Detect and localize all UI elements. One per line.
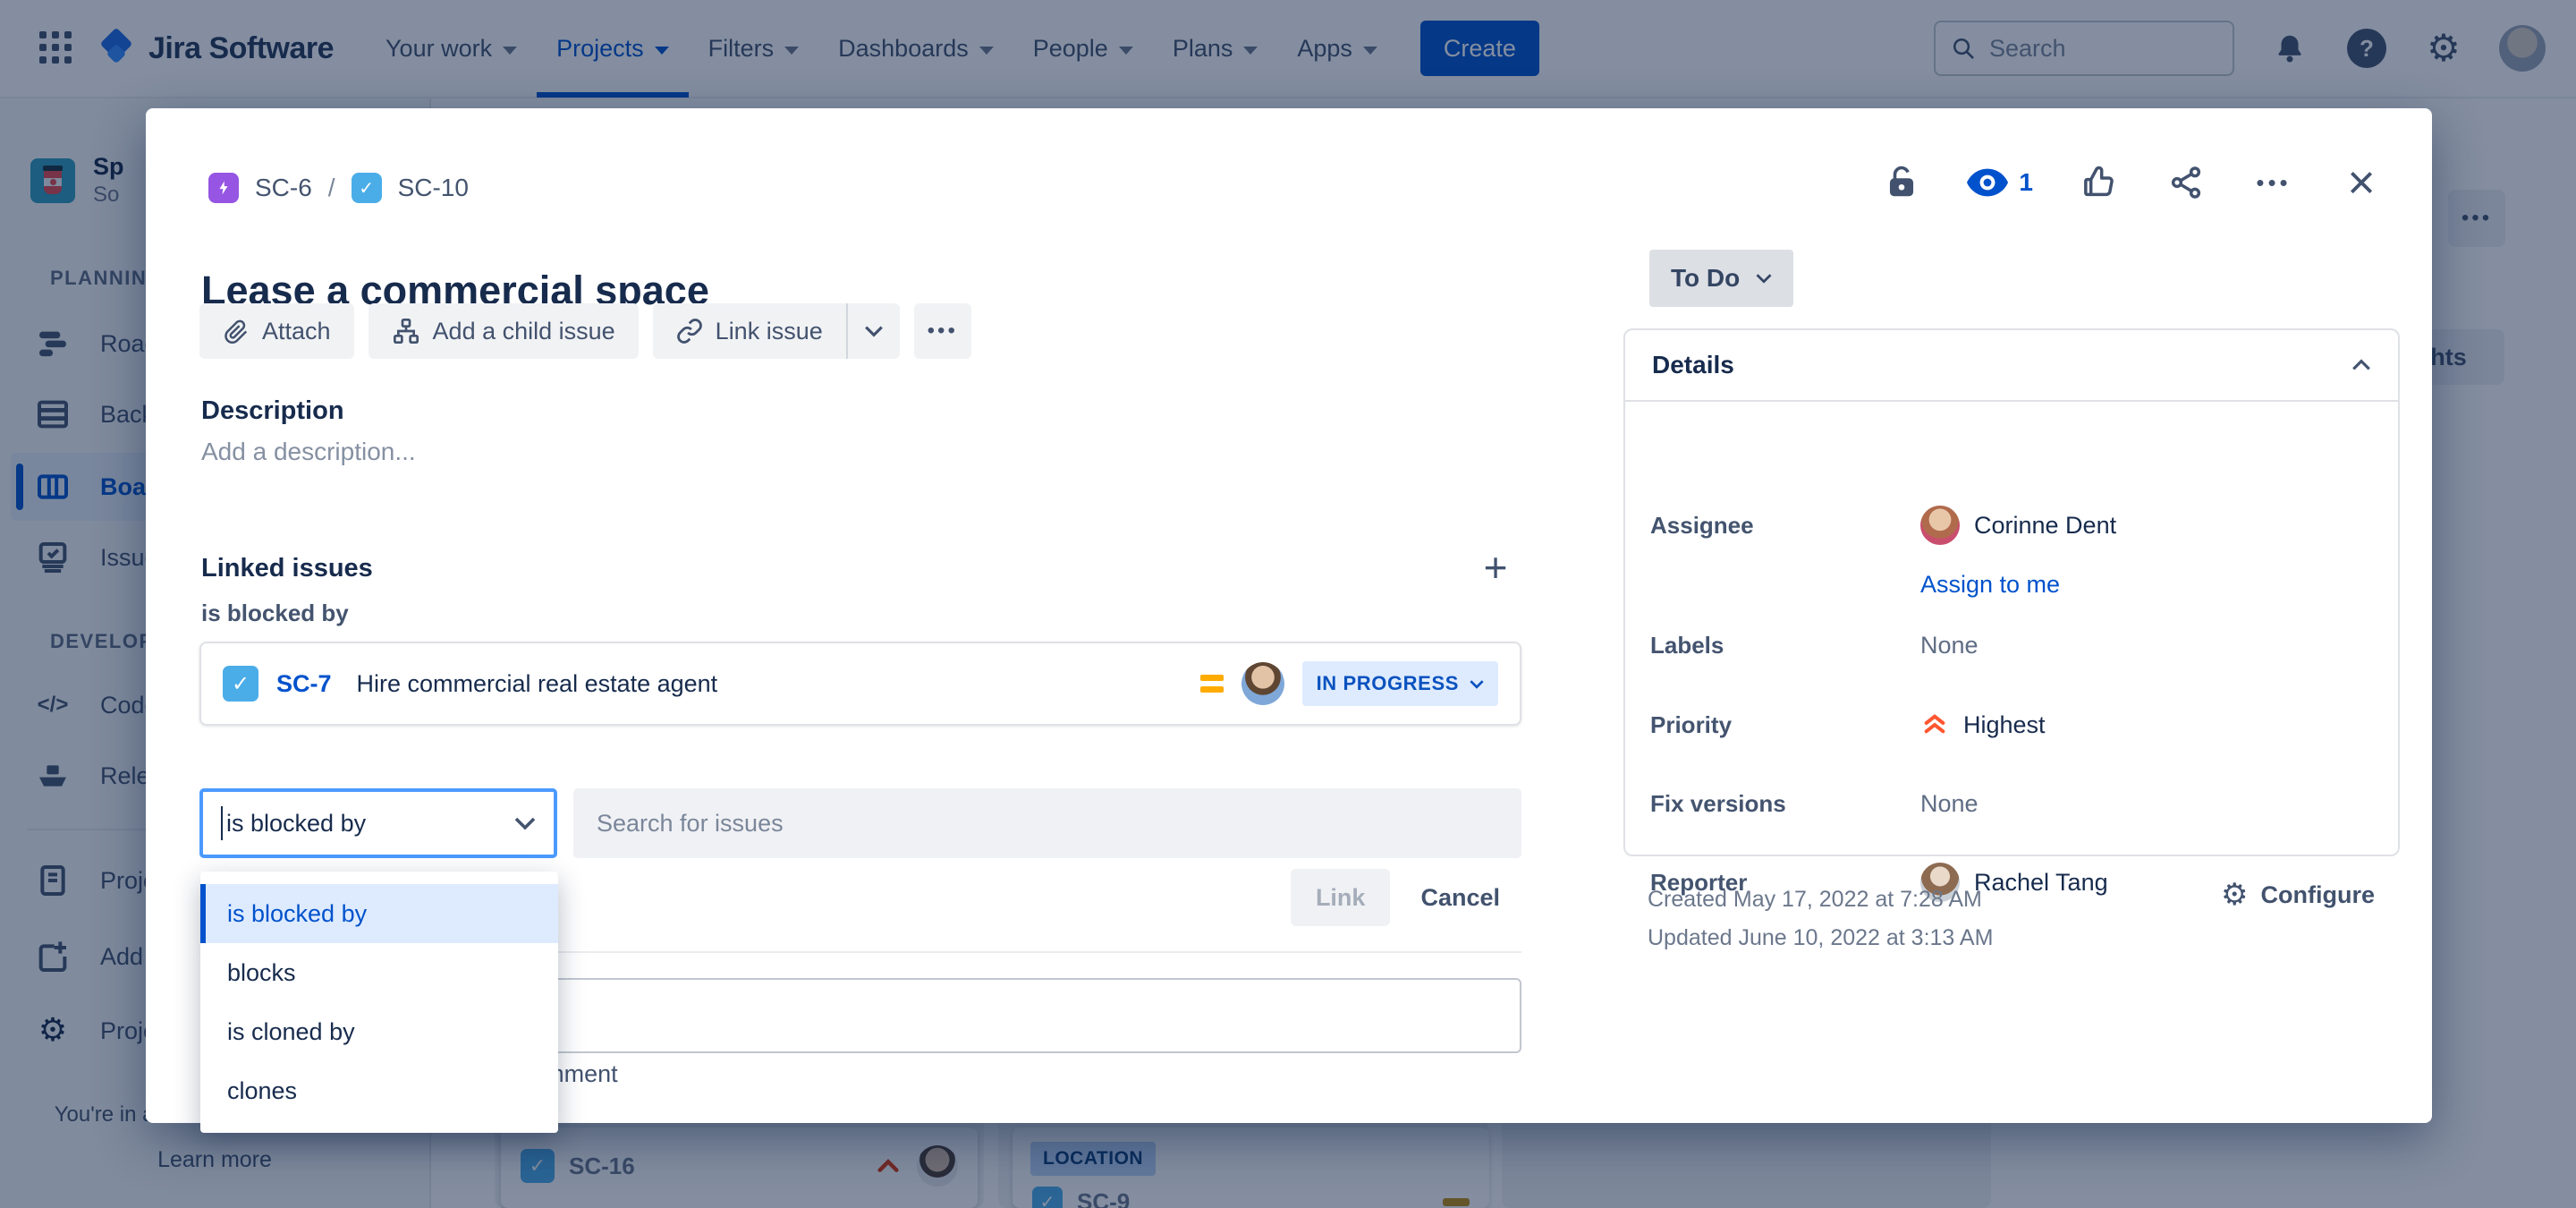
link-type-menu: is blocked by blocks is cloned by clones	[200, 872, 558, 1133]
issue-toolbar: Attach Add a child issue Link issue •••	[199, 303, 971, 359]
chevron-down-icon	[1470, 679, 1484, 689]
breadcrumb-current-link[interactable]: SC-10	[398, 174, 469, 202]
menu-option-is-cloned-by[interactable]: is cloned by	[200, 1002, 558, 1061]
link-submit-button[interactable]: Link	[1290, 869, 1391, 926]
chevron-down-icon	[864, 326, 883, 337]
link-group-label: is blocked by	[201, 600, 349, 626]
cancel-button[interactable]: Cancel	[1399, 869, 1521, 926]
link-type-value: is blocked by	[226, 809, 367, 837]
modal-actions: 1 ••• ×	[1879, 158, 2384, 207]
priority-highest-icon	[1924, 714, 1945, 734]
eye-icon	[1967, 168, 2009, 197]
issue-search-input[interactable]	[573, 788, 1521, 858]
linked-issue-key[interactable]: SC-7	[276, 670, 332, 698]
lock-icon[interactable]	[1879, 160, 1924, 205]
assignee-avatar	[1920, 506, 1960, 545]
field-assign-to-me: Assign to me	[1650, 559, 2377, 609]
menu-option-is-blocked-by[interactable]: is blocked by	[200, 884, 558, 943]
field-priority: Priority Highest	[1650, 710, 2046, 739]
description-placeholder[interactable]: Add a description...	[201, 438, 416, 466]
watcher-count: 1	[2019, 168, 2033, 196]
add-linked-issue-icon[interactable]: +	[1471, 543, 1520, 591]
priority-medium-icon	[1199, 675, 1224, 693]
description-label: Description	[201, 396, 344, 425]
link-type-select[interactable]: is blocked by	[199, 788, 557, 858]
task-check-icon: ✓	[223, 666, 258, 702]
assign-to-me-link[interactable]: Assign to me	[1920, 571, 2060, 599]
add-child-issue-button[interactable]: Add a child issue	[368, 303, 639, 359]
link-icon	[676, 319, 702, 344]
like-icon[interactable]	[2076, 160, 2121, 205]
menu-option-blocks[interactable]: blocks	[200, 943, 558, 1002]
chevron-down-icon	[514, 817, 536, 830]
epic-icon	[208, 173, 239, 203]
link-issue-dropdown-button[interactable]	[845, 303, 900, 359]
chevron-up-icon	[2352, 359, 2370, 370]
share-icon[interactable]	[2164, 160, 2208, 205]
assignee-value[interactable]: Corinne Dent	[1920, 506, 2116, 545]
fix-versions-value[interactable]: None	[1920, 790, 1979, 818]
text-cursor	[221, 806, 223, 840]
paperclip-icon	[225, 319, 248, 345]
linked-issue-summary: Hire commercial real estate agent	[356, 669, 718, 697]
configure-button[interactable]: ⚙ Configure	[2221, 880, 2375, 910]
field-assignee: Assignee Corinne Dent	[1650, 500, 2377, 550]
watchers-control[interactable]: 1	[1967, 168, 2033, 197]
details-header[interactable]: Details	[1625, 330, 2398, 402]
gear-icon: ⚙	[2221, 877, 2249, 913]
task-icon: ✓	[351, 173, 382, 203]
menu-option-clones[interactable]: clones	[200, 1061, 558, 1120]
close-icon[interactable]: ×	[2339, 158, 2384, 207]
details-panel: Details Assignee Corinne Dent Assign to …	[1623, 328, 2400, 902]
breadcrumb-separator: /	[327, 174, 335, 201]
assignee-avatar[interactable]	[1241, 662, 1284, 705]
linked-issue-status-dropdown[interactable]: IN PROGRESS	[1301, 661, 1498, 706]
link-issue-split-button: Link issue	[652, 303, 900, 359]
breadcrumb-parent-link[interactable]: SC-6	[255, 174, 312, 202]
chevron-down-icon	[1756, 274, 1772, 284]
status-dropdown[interactable]: To Do	[1649, 250, 1794, 307]
labels-value[interactable]: None	[1920, 632, 1979, 659]
child-issues-icon	[393, 319, 419, 344]
more-actions-icon[interactable]: •••	[2251, 160, 2296, 205]
field-labels: Labels None	[1650, 631, 1979, 659]
field-fix-versions: Fix versions None	[1650, 789, 1979, 818]
updated-timestamp: Updated June 10, 2022 at 3:13 AM	[1648, 925, 1994, 950]
linked-issue-row[interactable]: ✓ SC-7 Hire commercial real estate agent…	[199, 642, 1521, 726]
created-timestamp: Created May 17, 2022 at 7:28 AM	[1648, 887, 1982, 912]
priority-value[interactable]: Highest	[1920, 710, 2046, 739]
toolbar-more-button[interactable]: •••	[913, 303, 971, 359]
attach-button[interactable]: Attach	[199, 303, 354, 359]
breadcrumb: SC-6 / ✓ SC-10	[208, 173, 469, 203]
linked-issues-label: Linked issues	[201, 554, 373, 583]
jira-page: Jira Software Your work Projects Filters…	[0, 0, 2576, 1208]
link-issue-button[interactable]: Link issue	[653, 303, 846, 359]
